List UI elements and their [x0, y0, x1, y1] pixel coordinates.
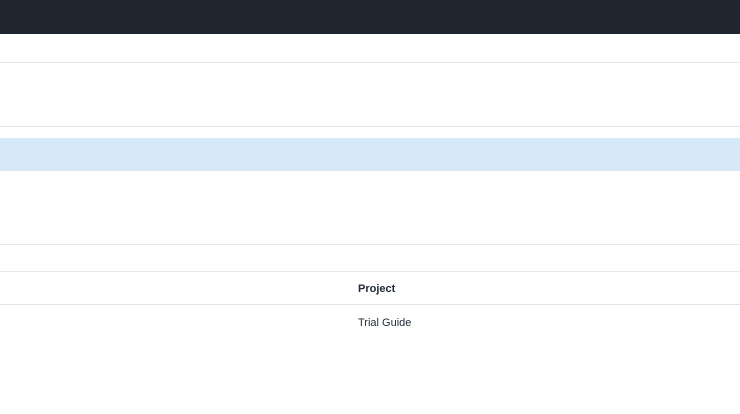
- top-navigation-bar: [0, 0, 740, 34]
- filter-bar: [0, 245, 740, 272]
- selected-list-item[interactable]: [0, 138, 740, 171]
- table-header: n Project: [0, 272, 740, 305]
- table-cell-project: Trial Guide: [358, 317, 412, 329]
- column-header-project[interactable]: Project: [358, 283, 395, 295]
- column-header-name[interactable]: n: [0, 283, 6, 295]
- table-row[interactable]: Trial Guide: [0, 305, 740, 339]
- toolbar-area: [0, 34, 740, 63]
- spacer: [0, 127, 740, 138]
- header-panel: [0, 63, 740, 127]
- content-panel: [0, 171, 740, 245]
